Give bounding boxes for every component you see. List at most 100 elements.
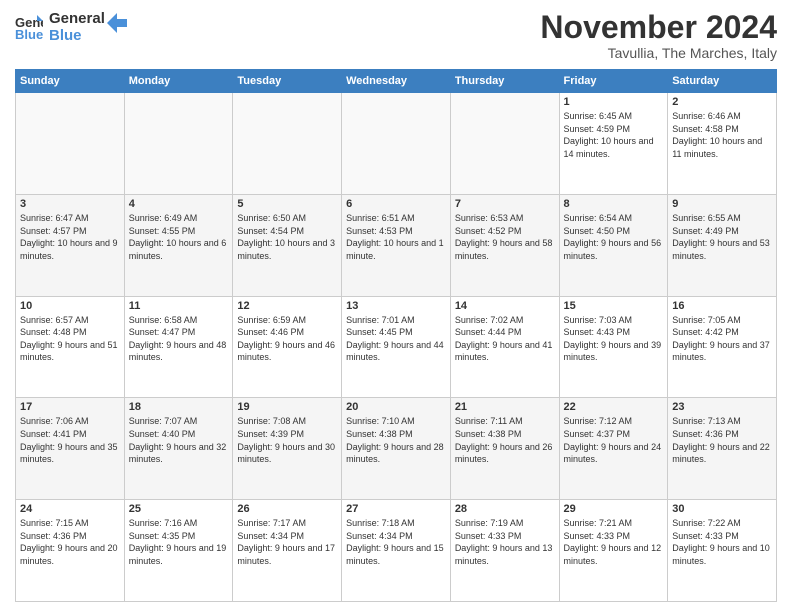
logo: General Blue General Blue — [15, 10, 127, 45]
day-detail: Sunrise: 7:08 AM Sunset: 4:39 PM Dayligh… — [237, 415, 337, 465]
table-row: 28 Sunrise: 7:19 AM Sunset: 4:33 PM Dayli… — [450, 500, 559, 602]
day-number: 24 — [20, 503, 120, 515]
calendar-week-4: 17Sunrise: 7:06 AM Sunset: 4:41 PM Dayli… — [16, 398, 777, 500]
day-number: 1 — [564, 96, 664, 108]
col-wednesday: Wednesday — [342, 70, 451, 93]
table-row — [124, 93, 233, 195]
table-row: 20 Sunrise: 7:10 AM Sunset: 4:38 PM Dayli… — [342, 398, 451, 500]
calendar-week-3: 10 Sunrise: 6:57 AM Sunset: 4:48 PM Dayli… — [16, 296, 777, 398]
day-number: 12 — [237, 300, 337, 312]
day-number: 28 — [455, 503, 555, 515]
day-detail: Sunrise: 6:47 AM Sunset: 4:57 PM Dayligh… — [20, 212, 120, 262]
day-detail: Sunrise: 6:58 AM Sunset: 4:47 PM Dayligh… — [129, 314, 229, 364]
table-row: 5 Sunrise: 6:50 AM Sunset: 4:54 PM Daylig… — [233, 194, 342, 296]
day-number: 18 — [129, 401, 229, 413]
col-friday: Friday — [559, 70, 668, 93]
day-detail: Sunrise: 6:55 AM Sunset: 4:49 PM Dayligh… — [672, 212, 772, 262]
table-row: 26Sunrise: 7:17 AM Sunset: 4:34 PM Dayli… — [233, 500, 342, 602]
day-number: 2 — [672, 96, 772, 108]
day-detail: Sunrise: 7:17 AM Sunset: 4:34 PM Dayligh… — [237, 517, 337, 567]
day-number: 13 — [346, 300, 446, 312]
table-row: 6Sunrise: 6:51 AM Sunset: 4:53 PM Daylig… — [342, 194, 451, 296]
day-detail: Sunrise: 7:07 AM Sunset: 4:40 PM Dayligh… — [129, 415, 229, 465]
logo-icon: General Blue — [15, 13, 43, 41]
day-number: 30 — [672, 503, 772, 515]
col-saturday: Saturday — [668, 70, 777, 93]
day-number: 16 — [672, 300, 772, 312]
table-row: 11 Sunrise: 6:58 AM Sunset: 4:47 PM Dayli… — [124, 296, 233, 398]
table-row: 29 Sunrise: 7:21 AM Sunset: 4:33 PM Dayli… — [559, 500, 668, 602]
table-row: 17Sunrise: 7:06 AM Sunset: 4:41 PM Dayli… — [16, 398, 125, 500]
calendar-table: Sunday Monday Tuesday Wednesday Thursday… — [15, 69, 777, 602]
day-detail: Sunrise: 7:03 AM Sunset: 4:43 PM Dayligh… — [564, 314, 664, 364]
table-row: 8Sunrise: 6:54 AM Sunset: 4:50 PM Daylig… — [559, 194, 668, 296]
day-detail: Sunrise: 7:19 AM Sunset: 4:33 PM Dayligh… — [455, 517, 555, 567]
day-detail: Sunrise: 7:05 AM Sunset: 4:42 PM Dayligh… — [672, 314, 772, 364]
day-number: 5 — [237, 198, 337, 210]
day-number: 17 — [20, 401, 120, 413]
day-number: 11 — [129, 300, 229, 312]
table-row: 24Sunrise: 7:15 AM Sunset: 4:36 PM Dayli… — [16, 500, 125, 602]
header: General Blue General Blue November 2024 … — [15, 10, 777, 61]
day-detail: Sunrise: 6:49 AM Sunset: 4:55 PM Dayligh… — [129, 212, 229, 262]
day-number: 3 — [20, 198, 120, 210]
calendar-week-5: 24Sunrise: 7:15 AM Sunset: 4:36 PM Dayli… — [16, 500, 777, 602]
day-detail: Sunrise: 7:16 AM Sunset: 4:35 PM Dayligh… — [129, 517, 229, 567]
day-detail: Sunrise: 7:11 AM Sunset: 4:38 PM Dayligh… — [455, 415, 555, 465]
col-monday: Monday — [124, 70, 233, 93]
day-detail: Sunrise: 7:01 AM Sunset: 4:45 PM Dayligh… — [346, 314, 446, 364]
table-row: 27Sunrise: 7:18 AM Sunset: 4:34 PM Dayli… — [342, 500, 451, 602]
day-number: 19 — [237, 401, 337, 413]
day-number: 4 — [129, 198, 229, 210]
table-row: 10 Sunrise: 6:57 AM Sunset: 4:48 PM Dayli… — [16, 296, 125, 398]
title-block: November 2024 Tavullia, The Marches, Ita… — [540, 10, 777, 61]
day-number: 20 — [346, 401, 446, 413]
month-title: November 2024 — [540, 10, 777, 45]
table-row: 1 Sunrise: 6:45 AM Sunset: 4:59 PM Daylig… — [559, 93, 668, 195]
table-row — [16, 93, 125, 195]
day-detail: Sunrise: 6:57 AM Sunset: 4:48 PM Dayligh… — [20, 314, 120, 364]
day-detail: Sunrise: 6:59 AM Sunset: 4:46 PM Dayligh… — [237, 314, 337, 364]
table-row: 25 Sunrise: 7:16 AM Sunset: 4:35 PM Dayli… — [124, 500, 233, 602]
table-row: 13 Sunrise: 7:01 AM Sunset: 4:45 PM Dayli… — [342, 296, 451, 398]
location-subtitle: Tavullia, The Marches, Italy — [540, 45, 777, 61]
table-row: 9 Sunrise: 6:55 AM Sunset: 4:49 PM Daylig… — [668, 194, 777, 296]
day-detail: Sunrise: 6:46 AM Sunset: 4:58 PM Dayligh… — [672, 110, 772, 160]
day-number: 15 — [564, 300, 664, 312]
day-number: 6 — [346, 198, 446, 210]
calendar-week-2: 3 Sunrise: 6:47 AM Sunset: 4:57 PM Daylig… — [16, 194, 777, 296]
table-row: 15 Sunrise: 7:03 AM Sunset: 4:43 PM Dayli… — [559, 296, 668, 398]
table-row: 16 Sunrise: 7:05 AM Sunset: 4:42 PM Dayli… — [668, 296, 777, 398]
day-detail: Sunrise: 7:10 AM Sunset: 4:38 PM Dayligh… — [346, 415, 446, 465]
day-number: 9 — [672, 198, 772, 210]
table-row: 19 Sunrise: 7:08 AM Sunset: 4:39 PM Dayli… — [233, 398, 342, 500]
day-number: 29 — [564, 503, 664, 515]
day-detail: Sunrise: 7:22 AM Sunset: 4:33 PM Dayligh… — [672, 517, 772, 567]
day-number: 8 — [564, 198, 664, 210]
day-number: 10 — [20, 300, 120, 312]
table-row: 30 Sunrise: 7:22 AM Sunset: 4:33 PM Dayli… — [668, 500, 777, 602]
table-row: 18 Sunrise: 7:07 AM Sunset: 4:40 PM Dayli… — [124, 398, 233, 500]
day-detail: Sunrise: 7:02 AM Sunset: 4:44 PM Dayligh… — [455, 314, 555, 364]
day-detail: Sunrise: 6:53 AM Sunset: 4:52 PM Dayligh… — [455, 212, 555, 262]
day-number: 25 — [129, 503, 229, 515]
day-detail: Sunrise: 6:50 AM Sunset: 4:54 PM Dayligh… — [237, 212, 337, 262]
day-number: 14 — [455, 300, 555, 312]
day-number: 21 — [455, 401, 555, 413]
table-row: 2 Sunrise: 6:46 AM Sunset: 4:58 PM Daylig… — [668, 93, 777, 195]
logo-arrow-icon — [107, 13, 127, 33]
col-sunday: Sunday — [16, 70, 125, 93]
day-number: 22 — [564, 401, 664, 413]
day-detail: Sunrise: 7:21 AM Sunset: 4:33 PM Dayligh… — [564, 517, 664, 567]
table-row: 14 Sunrise: 7:02 AM Sunset: 4:44 PM Dayli… — [450, 296, 559, 398]
table-row: 22Sunrise: 7:12 AM Sunset: 4:37 PM Dayli… — [559, 398, 668, 500]
calendar-week-1: 1 Sunrise: 6:45 AM Sunset: 4:59 PM Daylig… — [16, 93, 777, 195]
table-row: 4 Sunrise: 6:49 AM Sunset: 4:55 PM Daylig… — [124, 194, 233, 296]
table-row — [233, 93, 342, 195]
day-detail: Sunrise: 6:45 AM Sunset: 4:59 PM Dayligh… — [564, 110, 664, 160]
table-row: 23Sunrise: 7:13 AM Sunset: 4:36 PM Dayli… — [668, 398, 777, 500]
table-row: 7 Sunrise: 6:53 AM Sunset: 4:52 PM Daylig… — [450, 194, 559, 296]
day-number: 7 — [455, 198, 555, 210]
col-thursday: Thursday — [450, 70, 559, 93]
logo-general: General — [49, 10, 105, 27]
